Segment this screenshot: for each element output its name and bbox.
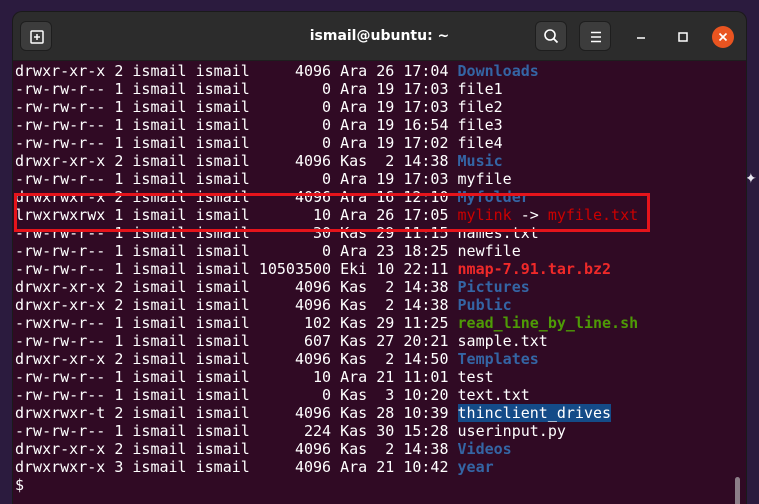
file-meta: -rw-rw-r-- 1 ismail ismail 0 Ara 23 18:2…: [15, 242, 458, 260]
scrollbar-thumb[interactable]: [735, 477, 740, 504]
listing-row: -rw-rw-r-- 1 ismail ismail 10 Ara 21 11:…: [15, 368, 494, 386]
file-meta: drwxr-xr-x 2 ismail ismail 4096 Kas 2 14…: [15, 440, 458, 458]
file-name: Music: [457, 152, 503, 170]
listing-row: drwxr-xr-x 2 ismail ismail 4096 Ara 26 1…: [15, 62, 539, 80]
file-meta: drwxr-xr-x 2 ismail ismail 4096 Kas 2 14…: [15, 296, 458, 314]
shell-prompt[interactable]: $: [15, 476, 24, 494]
file-meta: -rw-rw-r-- 1 ismail ismail 10503500 Eki …: [15, 260, 458, 278]
listing-row: -rwxrw-r-- 1 ismail ismail 102 Kas 29 11…: [15, 314, 638, 332]
listing-row: -rw-rw-r-- 1 ismail ismail 607 Kas 27 20…: [15, 332, 548, 350]
file-meta: drwxr-xr-x 2 ismail ismail 4096 Kas 2 14…: [15, 350, 458, 368]
file-meta: -rw-rw-r-- 1 ismail ismail 0 Ara 19 17:0…: [15, 170, 458, 188]
symlink-highlight-box: [14, 193, 650, 232]
search-button[interactable]: [535, 21, 567, 51]
file-name: file2: [457, 98, 503, 116]
listing-row: drwxrwxr-x 3 ismail ismail 4096 Ara 21 1…: [15, 458, 494, 476]
file-meta: drwxrwxr-x 3 ismail ismail 4096 Ara 21 1…: [15, 458, 458, 476]
new-tab-button[interactable]: [20, 21, 52, 51]
file-name: Public: [457, 296, 512, 314]
file-meta: drwxr-xr-x 2 ismail ismail 4096 Kas 2 14…: [15, 278, 458, 296]
listing-row: -rw-rw-r-- 1 ismail ismail 0 Ara 19 16:5…: [15, 116, 503, 134]
file-name: test: [457, 368, 494, 386]
file-name: year: [457, 458, 494, 476]
listing-row: drwxr-xr-x 2 ismail ismail 4096 Kas 2 14…: [15, 440, 512, 458]
listing-row: -rw-rw-r-- 1 ismail ismail 0 Ara 23 18:2…: [15, 242, 521, 260]
file-name: Pictures: [457, 278, 530, 296]
file-name: myfile: [457, 170, 512, 188]
menu-button[interactable]: [579, 21, 611, 51]
file-meta: -rw-rw-r-- 1 ismail ismail 10 Ara 21 11:…: [15, 368, 458, 386]
listing-row: -rw-rw-r-- 1 ismail ismail 224 Kas 30 15…: [15, 422, 566, 440]
file-name: file4: [457, 134, 503, 152]
listing-row: drwxr-xr-x 2 ismail ismail 4096 Kas 2 14…: [15, 296, 512, 314]
listing-row: -rw-rw-r-- 1 ismail ismail 0 Ara 19 17:0…: [15, 170, 512, 188]
file-meta: -rw-rw-r-- 1 ismail ismail 0 Ara 19 16:5…: [15, 116, 458, 134]
file-name: thinclient_drives: [457, 404, 612, 422]
search-icon: [544, 29, 559, 44]
listing-row: drwxr-xr-x 2 ismail ismail 4096 Kas 2 14…: [15, 152, 503, 170]
file-name: file1: [457, 80, 503, 98]
file-meta: -rw-rw-r-- 1 ismail ismail 224 Kas 30 15…: [15, 422, 458, 440]
maximize-button[interactable]: [672, 26, 694, 48]
listing-row: -rw-rw-r-- 1 ismail ismail 0 Ara 19 17:0…: [15, 134, 503, 152]
listing-row: drwxr-xr-x 2 ismail ismail 4096 Kas 2 14…: [15, 350, 539, 368]
file-name: sample.txt: [457, 332, 548, 350]
file-meta: -rw-rw-r-- 1 ismail ismail 607 Kas 27 20…: [15, 332, 458, 350]
listing-row: -rw-rw-r-- 1 ismail ismail 10503500 Eki …: [15, 260, 611, 278]
close-button[interactable]: [712, 26, 734, 48]
listing-row: -rw-rw-r-- 1 ismail ismail 0 Ara 19 17:0…: [15, 98, 503, 116]
file-meta: drwxr-xr-x 2 ismail ismail 4096 Ara 26 1…: [15, 62, 458, 80]
file-name: newfile: [457, 242, 521, 260]
file-name: userinput.py: [457, 422, 566, 440]
file-meta: -rw-rw-r-- 1 ismail ismail 0 Ara 19 17:0…: [15, 134, 458, 152]
file-meta: drwxrwxr-t 2 ismail ismail 4096 Kas 28 1…: [15, 404, 458, 422]
file-meta: -rwxrw-r-- 1 ismail ismail 102 Kas 29 11…: [15, 314, 458, 332]
file-meta: drwxr-xr-x 2 ismail ismail 4096 Kas 2 14…: [15, 152, 458, 170]
terminal-window: ismail@ubuntu: ~ drwxr-xr-x 2 ismail ism…: [13, 12, 746, 504]
file-name: nmap-7.91.tar.bz2: [457, 260, 612, 278]
file-name: Videos: [457, 440, 512, 458]
file-name: read_line_by_line.sh: [457, 314, 639, 332]
file-meta: -rw-rw-r-- 1 ismail ismail 0 Kas 3 10:20: [15, 386, 458, 404]
desktop-star-decoration: ✦: [745, 171, 757, 187]
minimize-icon: [637, 37, 645, 39]
file-name: Downloads: [457, 62, 539, 80]
file-name: file3: [457, 116, 503, 134]
close-icon: [718, 32, 728, 42]
file-meta: -rw-rw-r-- 1 ismail ismail 0 Ara 19 17:0…: [15, 80, 458, 98]
file-name: Templates: [457, 350, 539, 368]
listing-row: drwxrwxr-t 2 ismail ismail 4096 Kas 28 1…: [15, 404, 612, 422]
terminal-content[interactable]: drwxr-xr-x 2 ismail ismail 4096 Ara 26 1…: [13, 61, 746, 504]
maximize-icon: [678, 32, 688, 42]
new-tab-icon: [30, 30, 44, 44]
listing-row: -rw-rw-r-- 1 ismail ismail 0 Kas 3 10:20…: [15, 386, 530, 404]
minimize-button[interactable]: [630, 26, 652, 48]
listing-row: drwxr-xr-x 2 ismail ismail 4096 Kas 2 14…: [15, 278, 530, 296]
title-bar[interactable]: ismail@ubuntu: ~: [13, 12, 746, 61]
hamburger-menu-icon: [591, 31, 601, 43]
file-name: text.txt: [457, 386, 530, 404]
file-meta: -rw-rw-r-- 1 ismail ismail 0 Ara 19 17:0…: [15, 98, 458, 116]
listing-row: -rw-rw-r-- 1 ismail ismail 0 Ara 19 17:0…: [15, 80, 503, 98]
